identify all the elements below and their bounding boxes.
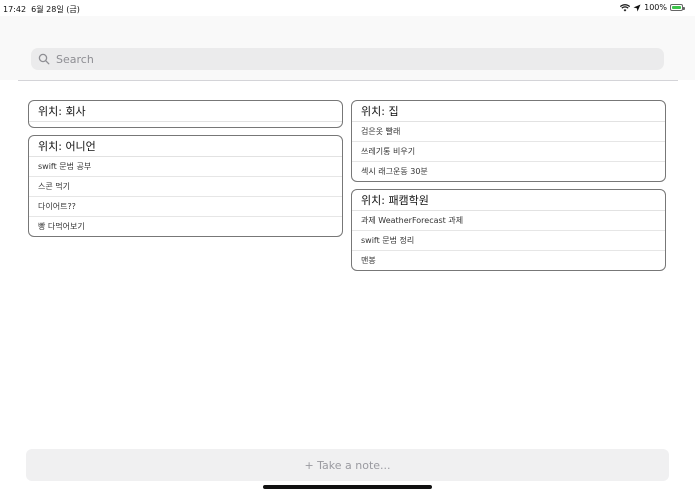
search-input[interactable] xyxy=(54,51,638,67)
card-title: 위치: 집 xyxy=(352,101,665,122)
take-note-bar[interactable] xyxy=(26,449,669,481)
status-indicators: 100% xyxy=(620,3,685,12)
card-title: 위치: 회사 xyxy=(29,101,342,122)
location-card-fastcampus[interactable]: 위치: 패캠학원 과제 WeatherForecast 과제 swift 문법 … xyxy=(351,189,666,271)
wifi-icon xyxy=(620,3,631,11)
list-item[interactable]: 쓰레기통 비우기 xyxy=(352,142,665,162)
list-item[interactable]: 검은옷 빨래 xyxy=(352,122,665,142)
right-column: 위치: 집 검은옷 빨래 쓰레기통 비우기 섹시 래그운동 30분 위치: 패캠… xyxy=(351,100,666,278)
status-time: 17:42 xyxy=(3,5,27,14)
battery-fill xyxy=(672,6,681,9)
battery-percent: 100% xyxy=(644,3,667,12)
search-bar[interactable] xyxy=(31,48,664,70)
take-note-input[interactable] xyxy=(145,457,550,473)
list-item[interactable]: 섹시 래그운동 30분 xyxy=(352,162,665,181)
location-card-company[interactable]: 위치: 회사 xyxy=(28,100,343,128)
card-title: 위치: 어니언 xyxy=(29,136,342,157)
home-indicator[interactable] xyxy=(263,485,432,489)
list-item[interactable]: 빵 다먹어보기 xyxy=(29,217,342,236)
list-item[interactable]: swift 문법 공부 xyxy=(29,157,342,177)
location-arrow-icon xyxy=(633,4,641,11)
status-date: 6월 28일 (금) xyxy=(31,5,80,14)
list-item[interactable]: 과제 WeatherForecast 과제 xyxy=(352,211,665,231)
card-title: 위치: 패캠학원 xyxy=(352,190,665,211)
list-item[interactable]: 맨봉 xyxy=(352,251,665,270)
location-card-home[interactable]: 위치: 집 검은옷 빨래 쓰레기통 비우기 섹시 래그운동 30분 xyxy=(351,100,666,182)
status-time-date: 17:42 6월 28일 (금) xyxy=(3,4,80,15)
status-bar: 17:42 6월 28일 (금) 100% xyxy=(0,0,695,16)
header-divider xyxy=(18,80,678,81)
list-item[interactable]: swift 문법 정리 xyxy=(352,231,665,251)
battery-icon xyxy=(670,4,685,11)
search-icon xyxy=(38,53,50,65)
list-item[interactable]: 다이어트?? xyxy=(29,197,342,217)
left-column: 위치: 회사 위치: 어니언 swift 문법 공부 스콘 먹기 다이어트?? … xyxy=(28,100,343,244)
location-card-onion[interactable]: 위치: 어니언 swift 문법 공부 스콘 먹기 다이어트?? 빵 다먹어보기 xyxy=(28,135,343,237)
list-item[interactable]: 스콘 먹기 xyxy=(29,177,342,197)
